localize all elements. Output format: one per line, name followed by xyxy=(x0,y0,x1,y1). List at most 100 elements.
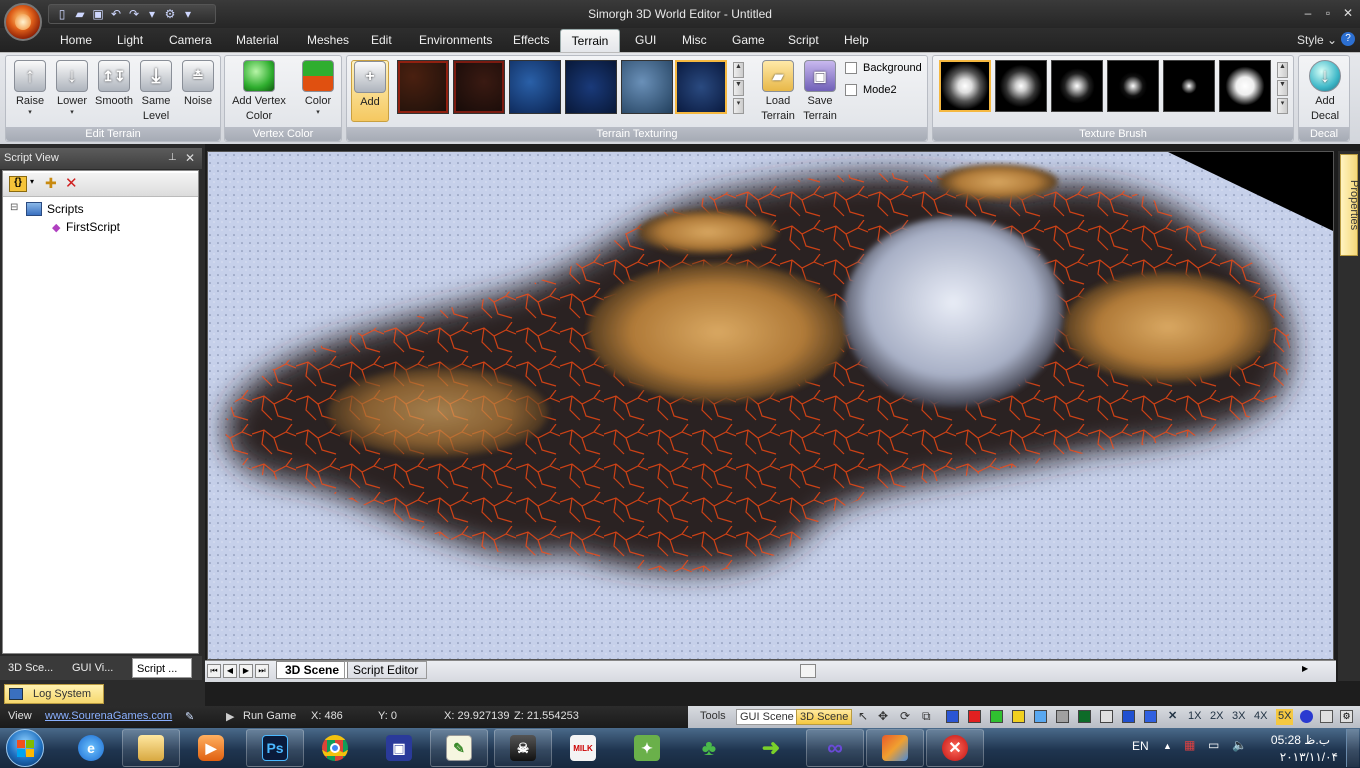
noise-button[interactable]: ≛ Noise xyxy=(178,60,218,109)
cube-icon[interactable] xyxy=(1320,710,1333,723)
3d-scene-button[interactable]: 3D Scene xyxy=(796,709,853,725)
tab-material[interactable]: Material xyxy=(228,29,287,52)
scroll-thumb[interactable] xyxy=(800,664,816,678)
dropdown-icon[interactable]: ▾ xyxy=(30,177,34,186)
tab-light[interactable]: Light xyxy=(109,29,151,52)
tab-terrain[interactable]: Terrain xyxy=(560,29,620,52)
monitor-icon[interactable]: ▭ xyxy=(1208,738,1219,752)
brush-soft-large-selected[interactable] xyxy=(939,60,991,112)
horizontal-scrollbar[interactable]: ▶ xyxy=(780,664,1308,678)
texture-ice-2-selected[interactable] xyxy=(675,60,727,114)
tab-help[interactable]: Help xyxy=(836,29,877,52)
texture-water-1[interactable] xyxy=(509,60,561,114)
rotate-tool-icon[interactable]: ⟳ xyxy=(900,709,910,725)
delete-icon[interactable]: ✕ xyxy=(65,174,78,192)
3d-viewport[interactable] xyxy=(207,151,1334,660)
view-menu[interactable]: View xyxy=(8,710,32,722)
brush-expand[interactable]: ▾ xyxy=(1277,98,1288,114)
network-icon[interactable]: ▦ xyxy=(1184,738,1195,752)
texture-lava-2[interactable] xyxy=(453,60,505,114)
zoom-1x[interactable]: 1X xyxy=(1188,709,1201,725)
style-menu[interactable]: Style ⌄ xyxy=(1297,33,1337,47)
same-level-button[interactable]: ⤓ Same Level xyxy=(136,60,176,124)
taskbar-media-player[interactable]: ▶ xyxy=(182,729,240,767)
tab-environments[interactable]: Environments xyxy=(411,29,500,52)
brush-soft-medium[interactable] xyxy=(995,60,1047,112)
brush-scroll-up[interactable]: ▲ xyxy=(1277,62,1288,78)
background-checkbox[interactable] xyxy=(845,62,857,74)
color-gray[interactable] xyxy=(1056,710,1069,723)
color-green[interactable] xyxy=(990,710,1003,723)
application-menu-button[interactable] xyxy=(4,3,42,41)
tree-item-firstscript[interactable]: FirstScript xyxy=(66,220,120,234)
scroll-right-icon[interactable]: ▶ xyxy=(1302,664,1308,673)
smooth-button[interactable]: ↥↧ Smooth xyxy=(94,60,134,109)
prev-tab-button[interactable]: ◀ xyxy=(223,664,237,678)
brush-soft-small[interactable] xyxy=(1051,60,1103,112)
website-link[interactable]: www.SourenaGames.com xyxy=(45,710,172,722)
taskbar-photoshop[interactable]: Ps xyxy=(246,729,304,767)
lower-button[interactable]: ↓ Lower ▾ xyxy=(52,60,92,117)
load-terrain-button[interactable]: ▰ Load Terrain xyxy=(757,60,799,124)
gallery-expand[interactable]: ▾ xyxy=(733,98,744,114)
brush-scroll-down[interactable]: ▼ xyxy=(1277,80,1288,96)
speaker-icon[interactable]: 🔈 xyxy=(1232,738,1247,752)
taskbar-tree[interactable]: ♣ xyxy=(680,729,738,767)
brush-small[interactable] xyxy=(1107,60,1159,112)
last-tab-button[interactable]: ⏭ xyxy=(255,664,269,678)
taskbar-save[interactable]: ▣ xyxy=(370,729,428,767)
close-panel-icon[interactable]: ✕ xyxy=(185,151,195,165)
raise-button[interactable]: ↑ Raise ▾ xyxy=(10,60,50,117)
taskbar-evernote[interactable]: ✦ xyxy=(618,729,676,767)
zoom-2x[interactable]: 2X xyxy=(1210,709,1223,725)
mode2-checkbox[interactable] xyxy=(845,84,857,96)
texture-lava-1[interactable] xyxy=(397,60,449,114)
scale-tool-icon[interactable]: ⧉ xyxy=(922,709,931,725)
gui-scene-button[interactable]: GUI Scene xyxy=(736,709,798,725)
taskbar-milk[interactable]: MILK xyxy=(554,729,612,767)
taskbar-explorer[interactable] xyxy=(122,729,180,767)
taskbar-ie[interactable]: e xyxy=(62,729,120,767)
pin-icon[interactable]: ⊥ xyxy=(168,152,177,163)
add-vertex-color-button[interactable]: Add Vertex Color xyxy=(227,60,291,124)
add-decal-button[interactable]: ↓ Add Decal xyxy=(1303,60,1347,124)
shield-icon[interactable] xyxy=(1144,710,1157,723)
tab-misc[interactable]: Misc xyxy=(674,29,715,52)
dock-tab-gui-view[interactable]: GUI Vi... xyxy=(68,658,130,678)
gallery-scroll-down[interactable]: ▼ xyxy=(733,80,744,96)
next-tab-button[interactable]: ▶ xyxy=(239,664,253,678)
brush-noise[interactable] xyxy=(1219,60,1271,112)
tab-game[interactable]: Game xyxy=(724,29,773,52)
taskbar-infinity[interactable]: ∞ xyxy=(806,729,864,767)
add-texture-button[interactable]: + Add xyxy=(351,60,389,122)
tab-home[interactable]: Home xyxy=(52,29,100,52)
new-script-icon[interactable]: ✚ xyxy=(45,175,57,192)
zoom-4x[interactable]: 4X xyxy=(1254,709,1267,725)
texture-ice-1[interactable] xyxy=(621,60,673,114)
move-tool-icon[interactable]: ✥ xyxy=(878,709,888,725)
script-type-icon[interactable]: {} xyxy=(9,176,27,192)
color-light-blue[interactable] xyxy=(1034,710,1047,723)
doc-tab-script-editor[interactable]: Script Editor xyxy=(344,661,428,679)
color-button[interactable]: Color ▾ xyxy=(297,60,339,117)
clock-date[interactable]: ۲۰۱۳/۱۱/۰۴ xyxy=(1262,750,1338,764)
settings-icon[interactable]: ✎ xyxy=(185,710,194,723)
maximize-button[interactable]: ▫ xyxy=(1318,6,1338,20)
zoom-5x[interactable]: 5X xyxy=(1276,709,1294,725)
brush-tiny[interactable] xyxy=(1163,60,1215,112)
taskbar-editor[interactable]: ✎ xyxy=(430,729,488,767)
language-indicator[interactable]: EN xyxy=(1132,739,1149,753)
dock-tab-3d-scene[interactable]: 3D Sce... xyxy=(4,658,66,678)
tray-expand-icon[interactable]: ▲ xyxy=(1163,741,1172,751)
tab-script[interactable]: Script xyxy=(780,29,827,52)
tab-meshes[interactable]: Meshes xyxy=(299,29,357,52)
tab-camera[interactable]: Camera xyxy=(161,29,220,52)
close-button[interactable]: ✕ xyxy=(1338,6,1358,20)
zoom-3x[interactable]: 3X xyxy=(1232,709,1245,725)
tab-edit[interactable]: Edit xyxy=(363,29,400,52)
close-x-icon[interactable] xyxy=(1122,710,1135,723)
gear-icon[interactable]: ⚙ xyxy=(1340,710,1353,723)
show-desktop-button[interactable] xyxy=(1346,729,1359,767)
help-icon[interactable]: ? xyxy=(1341,32,1355,46)
taskbar-game[interactable]: ☠ xyxy=(494,729,552,767)
